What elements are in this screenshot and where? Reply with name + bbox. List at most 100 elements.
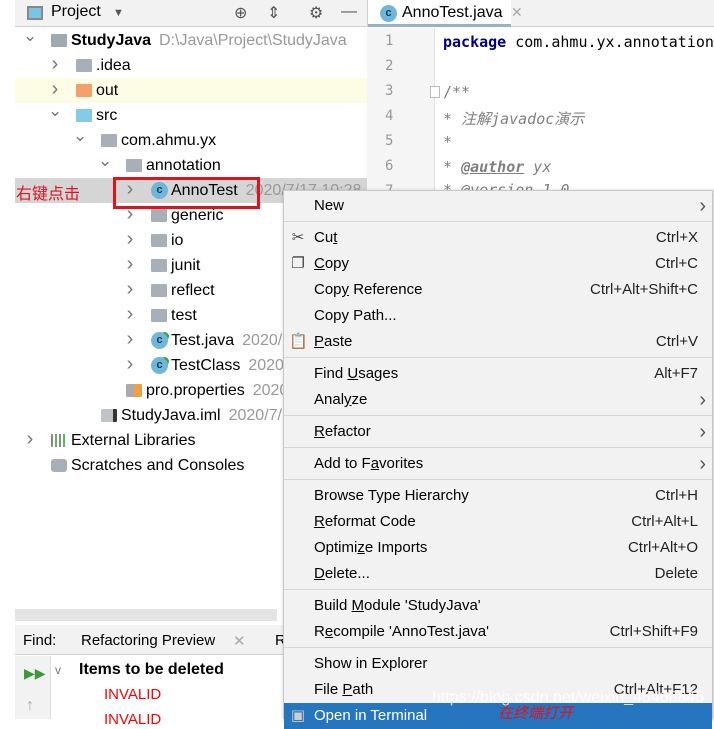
chevron-right-icon[interactable]: › bbox=[123, 352, 137, 377]
locate-icon[interactable]: ⊕ bbox=[234, 3, 247, 23]
tab-annotest-java[interactable]: c AnnoTest.java ✕ bbox=[368, 0, 523, 27]
code-line-4: * 注解javadoc演示 bbox=[443, 110, 585, 128]
menu-item-reformat-code[interactable]: Reformat Code Ctrl+Alt+L bbox=[284, 509, 712, 535]
project-view-icon bbox=[27, 6, 43, 20]
tree-item-text: io bbox=[171, 228, 183, 253]
fold-icon[interactable] bbox=[430, 86, 440, 98]
menu-item-recompile-annotest-java[interactable]: Recompile 'AnnoTest.java' Ctrl+Shift+F9 bbox=[284, 619, 712, 645]
tree-item-label: TestClass bbox=[171, 357, 241, 374]
menu-item-copy-reference[interactable]: Copy Reference Ctrl+Alt+Shift+C bbox=[284, 277, 712, 303]
menu-item-cut[interactable]: ✂ Cut Ctrl+X bbox=[284, 225, 712, 251]
package-icon bbox=[151, 309, 167, 322]
invalid-item[interactable]: INVALID bbox=[104, 711, 161, 728]
scratches-icon bbox=[51, 459, 67, 472]
tree-item-text: StudyJava D:\Java\Project\StudyJava bbox=[71, 28, 347, 53]
menu-item-copy-path[interactable]: Copy Path... bbox=[284, 303, 712, 329]
tree-item[interactable]: ⌄ src bbox=[15, 101, 367, 128]
menu-item-label: Copy bbox=[314, 255, 350, 272]
tree-item-label: StudyJava bbox=[71, 32, 152, 49]
tree-item-label: com.ahmu.yx bbox=[121, 132, 217, 149]
menu-item-optimize-imports[interactable]: Optimize Imports Ctrl+Alt+O bbox=[284, 535, 712, 561]
horizontal-scrollbar[interactable] bbox=[15, 609, 277, 621]
up-arrow-icon[interactable]: ↑ bbox=[26, 697, 34, 715]
terminal-icon: ▣ bbox=[290, 707, 306, 724]
menu-item-label: Reformat Code bbox=[314, 513, 416, 530]
menu-item-find-usages[interactable]: Find Usages Alt+F7 bbox=[284, 361, 712, 387]
menu-item-shortcut: Ctrl+Alt+L bbox=[631, 513, 698, 530]
chevron-right-icon[interactable]: › bbox=[123, 227, 137, 252]
package-icon bbox=[126, 159, 142, 172]
tree-item[interactable]: ⌄ annotation bbox=[15, 151, 367, 178]
chevron-down-icon[interactable]: ⌄ bbox=[48, 98, 62, 123]
menu-item-shortcut: Ctrl+Alt+O bbox=[627, 539, 698, 556]
menu-item-new[interactable]: New › bbox=[284, 193, 712, 219]
tree-item[interactable]: ⌄ StudyJava D:\Java\Project\StudyJava bbox=[15, 26, 367, 53]
tree-item[interactable]: ⌄ com.ahmu.yx bbox=[15, 126, 367, 153]
iml-icon bbox=[101, 409, 117, 422]
tree-item[interactable]: › out bbox=[15, 78, 367, 103]
menu-item-label: Optimize Imports bbox=[314, 539, 428, 556]
close-icon[interactable]: ✕ bbox=[233, 632, 246, 650]
tree-item-label: test bbox=[171, 307, 197, 324]
chevron-down-icon[interactable]: v bbox=[55, 663, 61, 677]
menu-item-show-in-explorer[interactable]: Show in Explorer bbox=[284, 651, 712, 677]
menu-item-label: Analyze bbox=[314, 391, 368, 408]
tree-item-label: .idea bbox=[96, 57, 131, 74]
tree-item-label: Test.java bbox=[171, 332, 235, 349]
chevron-right-icon: › bbox=[699, 389, 706, 411]
editor-tabs: c AnnoTest.java ✕ bbox=[367, 0, 714, 27]
collapse-all-icon[interactable]: ⇕ bbox=[267, 3, 280, 23]
chevron-right-icon[interactable]: › bbox=[123, 277, 137, 302]
gear-icon[interactable]: ⚙ bbox=[309, 3, 323, 23]
tree-item-label: src bbox=[96, 107, 118, 124]
minimize-icon[interactable]: — bbox=[341, 3, 357, 21]
tree-item[interactable]: › .idea bbox=[15, 53, 367, 78]
invalid-item[interactable]: INVALID bbox=[104, 686, 161, 703]
rerun-icon[interactable]: ▶▶ bbox=[24, 665, 46, 682]
menu-item-analyze[interactable]: Analyze › bbox=[284, 387, 712, 413]
group-header: Items to be deleted bbox=[79, 661, 224, 678]
menu-item-add-to-favorites[interactable]: Add to Favorites › bbox=[284, 451, 712, 477]
project-panel-header: Project ▼ ⊕ ⇕ ⚙ — bbox=[15, 0, 367, 27]
menu-item-shortcut: Alt+F7 bbox=[654, 365, 698, 382]
side-toolbar: ▶▶ ↑ bbox=[15, 656, 51, 719]
chevron-right-icon[interactable]: › bbox=[48, 52, 62, 77]
chevron-down-icon[interactable]: ⌄ bbox=[73, 123, 87, 148]
tree-item-label: junit bbox=[171, 257, 201, 274]
module-icon bbox=[51, 34, 67, 47]
chevron-right-icon[interactable]: › bbox=[123, 327, 137, 352]
menu-item-delete[interactable]: Delete... Delete bbox=[284, 561, 712, 587]
chevron-right-icon[interactable]: › bbox=[123, 252, 137, 277]
find-label: Find: bbox=[23, 632, 57, 649]
chevron-down-icon[interactable]: ▼ bbox=[113, 7, 124, 19]
chevron-right-icon[interactable]: › bbox=[123, 302, 137, 327]
line-number: 6 bbox=[385, 158, 394, 174]
close-icon[interactable]: ✕ bbox=[511, 4, 523, 21]
author-value: yx bbox=[524, 158, 552, 176]
annotation-open-terminal: 在终端打开 bbox=[498, 704, 574, 722]
code-line-6: * @author yx bbox=[443, 158, 551, 176]
line-number: 5 bbox=[385, 133, 394, 149]
tab-refactoring-preview[interactable]: Refactoring Preview bbox=[81, 632, 215, 649]
code-line-5: * bbox=[443, 133, 453, 151]
menu-item-label: Browse Type Hierarchy bbox=[314, 487, 469, 504]
line-gutter: 1234567 bbox=[367, 28, 435, 199]
chevron-down-icon[interactable]: ⌄ bbox=[98, 148, 112, 173]
tree-item-text: junit bbox=[171, 253, 200, 278]
menu-item-paste[interactable]: 📋 Paste Ctrl+V bbox=[284, 329, 712, 355]
menu-item-copy[interactable]: ❐ Copy Ctrl+C bbox=[284, 251, 712, 277]
menu-item-refactor[interactable]: Refactor › bbox=[284, 419, 712, 445]
copy-icon: ❐ bbox=[291, 255, 305, 272]
comment-star: * bbox=[443, 158, 462, 176]
chevron-right-icon[interactable]: › bbox=[23, 427, 37, 452]
menu-item-label: Cut bbox=[314, 229, 338, 246]
menu-item-browse-type-hierarchy[interactable]: Browse Type Hierarchy Ctrl+H bbox=[284, 483, 712, 509]
tree-item-label: reflect bbox=[171, 282, 215, 299]
menu-item-label: Build Module 'StudyJava' bbox=[314, 597, 481, 614]
project-view-selector[interactable]: Project bbox=[51, 3, 101, 21]
libraries-icon bbox=[51, 434, 67, 447]
tree-item-meta: D:\Java\Project\StudyJava bbox=[159, 32, 347, 49]
tab-label: AnnoTest.java bbox=[402, 4, 503, 21]
chevron-down-icon[interactable]: ⌄ bbox=[23, 23, 37, 48]
menu-item-build-module-studyjava[interactable]: Build Module 'StudyJava' bbox=[284, 593, 712, 619]
